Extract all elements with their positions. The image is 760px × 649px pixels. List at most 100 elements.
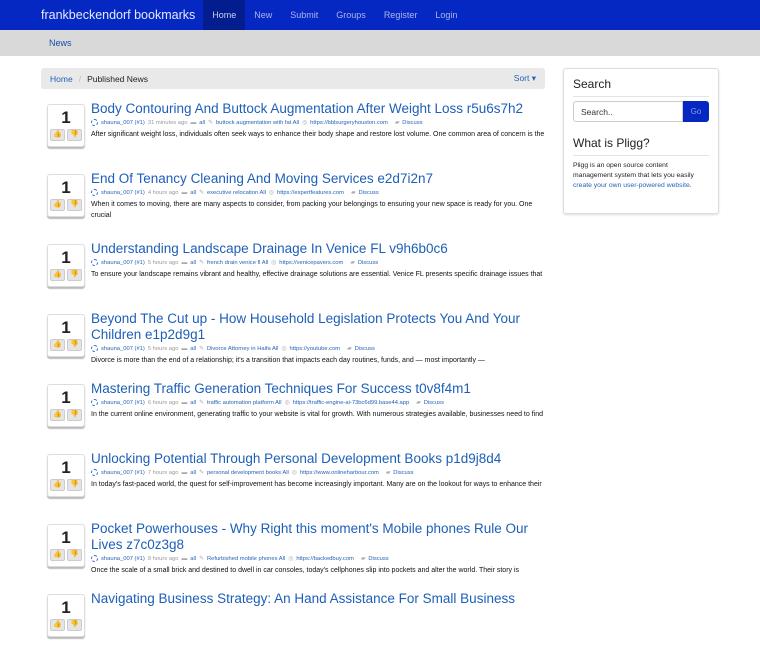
story-category[interactable]: all (190, 260, 196, 266)
story-time: 6 hours ago (147, 399, 179, 406)
story-title[interactable]: Navigating Business Strategy: An Hand As… (91, 591, 545, 607)
folder-icon: ▬ (181, 189, 188, 196)
story-category[interactable]: all (190, 556, 196, 562)
comment-icon: ▰ (347, 345, 352, 352)
story-url[interactable]: https://bblsurgeryhouston.com (310, 120, 388, 126)
breadcrumb-separator: / (78, 73, 82, 84)
thumbs-down-icon[interactable]: 👎 (67, 339, 82, 351)
story-discuss[interactable]: Discuss (358, 260, 378, 266)
sort-dropdown[interactable]: Sort ▾ (514, 73, 536, 84)
story-category[interactable]: all (190, 470, 196, 476)
story-author[interactable]: shauna_007 (#1) (101, 556, 145, 562)
story-url[interactable]: https://expertfeatures.com (277, 190, 344, 196)
pligg-text: Pligg is an open source content manageme… (573, 162, 694, 179)
thumbs-up-icon[interactable]: 👍 (50, 129, 65, 141)
story-title[interactable]: Understanding Landscape Drainage In Veni… (91, 241, 545, 257)
story-title[interactable]: Unlocking Potential Through Personal Dev… (91, 451, 545, 467)
search-go-button[interactable]: Go (683, 101, 709, 122)
site-brand[interactable]: frankbeckendorf bookmarks (41, 8, 195, 22)
story-tags[interactable]: traffic automation platform All (207, 400, 282, 406)
user-avatar-icon (91, 189, 98, 196)
globe-icon: ◎ (281, 345, 287, 352)
story-url[interactable]: https://www.onlineharbour.com (300, 470, 379, 476)
story-title[interactable]: Pocket Powerhouses - Why Right this mome… (91, 521, 545, 553)
story-author[interactable]: shauna_007 (#1) (101, 470, 145, 476)
user-avatar-icon (91, 555, 98, 562)
vote-count: 1 (61, 598, 71, 617)
search-heading: Search (573, 77, 709, 97)
thumbs-up-icon[interactable]: 👍 (50, 619, 65, 631)
folder-icon: ▬ (181, 469, 188, 476)
story-category[interactable]: all (199, 120, 205, 126)
globe-icon: ◎ (302, 119, 308, 126)
thumbs-down-icon[interactable]: 👎 (67, 199, 82, 211)
thumbs-down-icon[interactable]: 👎 (67, 479, 82, 491)
nav-login[interactable]: Login (426, 0, 466, 30)
story-category[interactable]: all (190, 346, 196, 352)
story-discuss[interactable]: Discuss (393, 470, 413, 476)
vote-box: 1 👍 👎 (47, 104, 85, 147)
thumbs-down-icon[interactable]: 👎 (67, 549, 82, 561)
thumbs-up-icon[interactable]: 👍 (50, 549, 65, 561)
nav-submit[interactable]: Submit (281, 0, 327, 30)
story-tags[interactable]: Refurbished mobile phones All (207, 556, 285, 562)
thumbs-up-icon[interactable]: 👍 (50, 479, 65, 491)
story-url[interactable]: https://youtube.com (290, 346, 341, 352)
story-tags[interactable]: french drain venice fl All (207, 260, 268, 266)
story-time: 5 hours ago (147, 259, 179, 266)
story-item: 1 👍 👎 Beyond The Cut up - How Household L… (41, 311, 545, 369)
thumbs-up-icon[interactable]: 👍 (50, 339, 65, 351)
story-tags[interactable]: personal development books All (207, 470, 289, 476)
comment-icon: ▰ (416, 399, 421, 406)
tag-icon: ✎ (208, 119, 213, 126)
story-author[interactable]: shauna_007 (#1) (101, 190, 145, 196)
vote-count: 1 (61, 458, 71, 477)
thumbs-down-icon[interactable]: 👎 (67, 269, 82, 281)
story-url[interactable]: https://venicepavers.com (279, 260, 343, 266)
globe-icon: ◎ (268, 189, 274, 196)
story-meta: shauna_007 (#1) 8 hours ago ▬ all ✎ Refu… (91, 555, 545, 562)
subnav-news[interactable]: News (49, 38, 72, 48)
story-discuss[interactable]: Discuss (402, 120, 422, 126)
thumbs-down-icon[interactable]: 👎 (67, 409, 82, 421)
story-discuss[interactable]: Discuss (358, 190, 378, 196)
search-input[interactable] (573, 101, 683, 122)
story-title[interactable]: End Of Tenancy Cleaning And Moving Servi… (91, 171, 545, 187)
story-tags[interactable]: buttock augmentation with fat All (216, 120, 299, 126)
story-discuss[interactable]: Discuss (424, 400, 444, 406)
thumbs-up-icon[interactable]: 👍 (50, 199, 65, 211)
nav-groups[interactable]: Groups (327, 0, 375, 30)
story-category[interactable]: all (190, 400, 196, 406)
breadcrumb-home[interactable]: Home (50, 74, 73, 84)
nav-new[interactable]: New (245, 0, 281, 30)
thumbs-up-icon[interactable]: 👍 (50, 269, 65, 281)
nav-home[interactable]: Home (203, 0, 246, 30)
story-tags[interactable]: Divorce Attorney in Haifa All (207, 346, 279, 352)
story-discuss[interactable]: Discuss (368, 556, 388, 562)
story-author[interactable]: shauna_007 (#1) (101, 120, 145, 126)
story-category[interactable]: all (190, 190, 196, 196)
tag-icon: ✎ (199, 345, 204, 352)
thumbs-down-icon[interactable]: 👎 (67, 619, 82, 631)
story-title[interactable]: Beyond The Cut up - How Household Legisl… (91, 311, 545, 343)
tag-icon: ✎ (199, 259, 204, 266)
story-tags[interactable]: executive relocation All (207, 190, 266, 196)
nav-register[interactable]: Register (375, 0, 427, 30)
story-author[interactable]: shauna_007 (#1) (101, 260, 145, 266)
thumbs-down-icon[interactable]: 👎 (67, 129, 82, 141)
user-avatar-icon (91, 119, 98, 126)
story-url[interactable]: https://backedbuy.com (296, 556, 354, 562)
story-title[interactable]: Body Contouring And Buttock Augmentation… (91, 101, 545, 117)
story-description: When it comes to moving, there are many … (91, 201, 533, 219)
search-form: Go (573, 101, 709, 122)
story-author[interactable]: shauna_007 (#1) (101, 346, 145, 352)
story-discuss[interactable]: Discuss (355, 346, 375, 352)
pligg-description: Pligg is an open source content manageme… (573, 161, 709, 191)
story-author[interactable]: shauna_007 (#1) (101, 400, 145, 406)
vote-box: 1 👍 👎 (47, 174, 85, 217)
story-item: 1 👍 👎 Body Contouring And Buttock Augment… (41, 101, 545, 159)
thumbs-up-icon[interactable]: 👍 (50, 409, 65, 421)
story-title[interactable]: Mastering Traffic Generation Techniques … (91, 381, 545, 397)
story-url[interactable]: https://traffic-engine-ai-73bc6d99.base4… (293, 400, 410, 406)
pligg-link[interactable]: create your own user-powered website (573, 182, 690, 189)
